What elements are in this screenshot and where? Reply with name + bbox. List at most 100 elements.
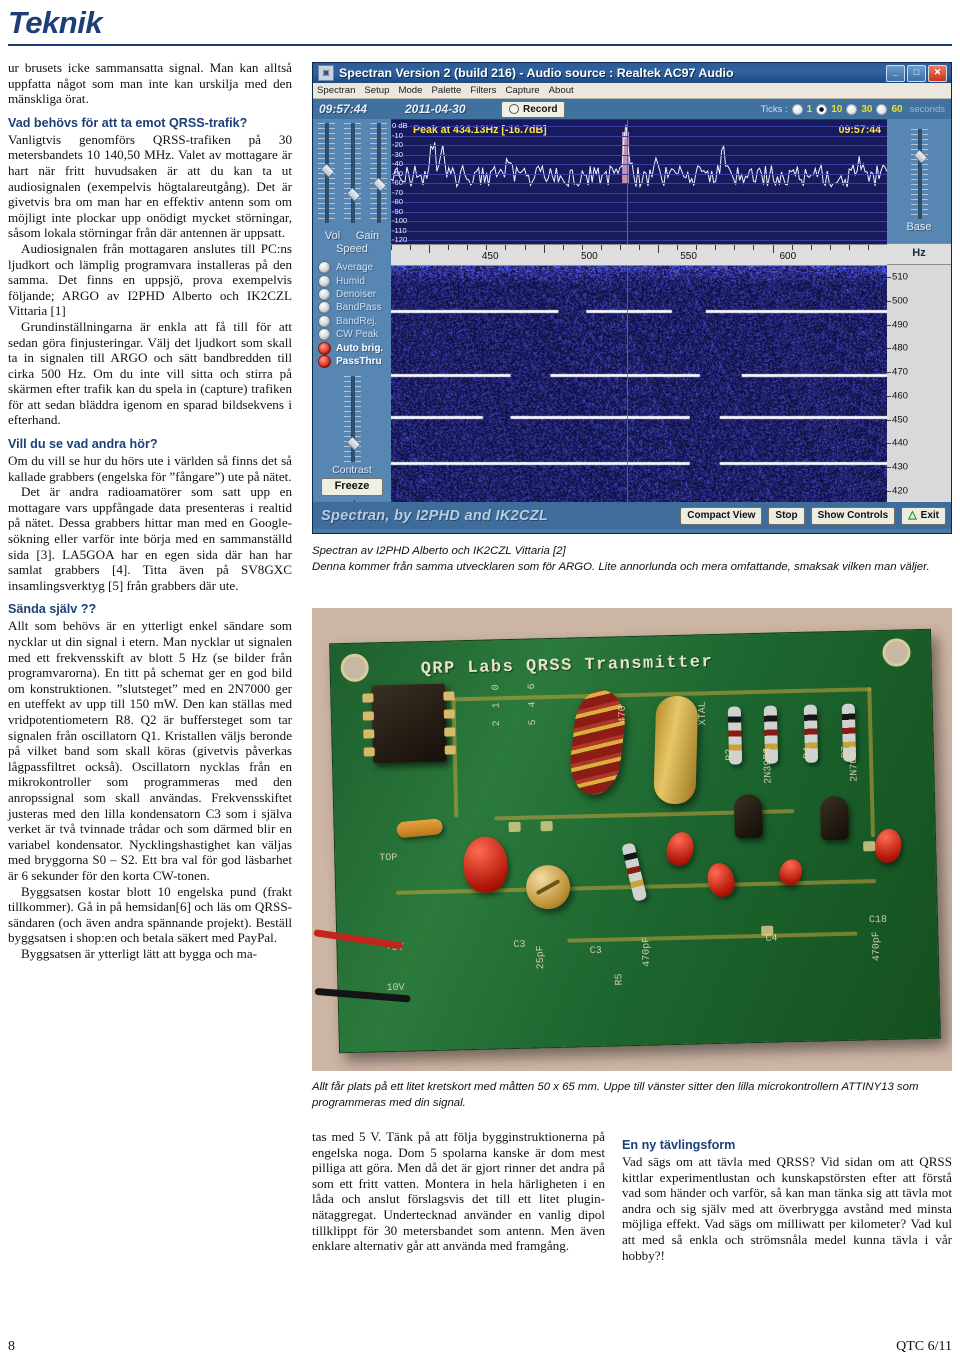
speed-label: Speed [336,243,368,255]
db-axis-label: -80 [392,197,403,206]
body-paragraph: Byggsatsen kostar blott 10 engelska pund… [8,883,292,946]
gain-slider[interactable] [343,123,361,225]
ticks-radio-1[interactable] [791,103,803,115]
ticks-radio-60[interactable] [876,103,888,115]
freq-tick [829,245,831,250]
contrast-slider[interactable] [343,376,361,463]
menu-item-spectran[interactable]: Spectran [317,85,355,96]
led-indicator-icon [318,341,331,355]
toggle-cw-peak[interactable]: CW Peak [318,328,391,342]
hz-scale-label: 440 [892,437,909,449]
pcb-silk-text: C3 [513,939,526,951]
body-paragraph: Vad sägs om att tävla med QRSS? Vid sida… [622,1154,952,1263]
toggle-passthru[interactable]: PassThru [318,354,391,368]
statusbar-buttons[interactable]: Compact View Stop Show Controls △ Exit [680,506,946,525]
spectrum-graph[interactable]: Peak at 434.13Hz [-16.7dB] 09:57:44 0 dB… [391,119,887,244]
pcb-silk-text: C3 [589,945,602,958]
exit-icon: △ [908,509,917,521]
menu-item-about[interactable]: About [549,85,574,96]
toggle-bandrej[interactable]: BandRej. [318,314,391,328]
trimmer-capacitor [525,864,571,910]
section-heading: En ny tävlingsform [622,1138,736,1152]
pcb-silk-text: 2 1 0 [491,684,504,727]
spectran-controls-panel: Vol Gain Speed Average Humid Denoiser BandP… [313,119,391,511]
spectrum-gridline [391,192,887,194]
toggle-average[interactable]: Average [318,261,391,275]
ticks-option-label-30[interactable]: 30 [861,104,872,115]
slider-labels: Vol Gain [313,229,391,242]
toggle-label: PassThru [336,355,382,367]
pcb-pad [540,821,553,832]
ticks-radio-30[interactable] [846,103,858,115]
spectrum-gridline [391,221,887,222]
freq-axis-label: 550 [680,251,697,262]
spectrum-gridline [391,135,887,137]
caption-line: Spectran av I2PHD Alberto och IK2CZL Vit… [312,545,566,557]
ticks-label: Ticks : [760,103,788,115]
crystal-oscillator [653,695,699,805]
spectran-body: Vol Gain Speed Average Humid Denoiser BandP… [313,119,951,516]
ticks-radio-10[interactable] [816,103,828,115]
transistor [733,793,763,839]
toggle-auto-brig[interactable]: Auto brig. [318,341,391,355]
gain-label: Gain [355,230,380,242]
record-button[interactable]: Record [501,100,566,118]
exit-button[interactable]: △ Exit [901,506,946,525]
menu-item-mode[interactable]: Mode [398,85,422,96]
freq-tick [486,245,488,250]
body-paragraph: ur brusets icke sammansatta signal. Man … [8,60,292,107]
toggle-denoiser[interactable]: Denoiser [318,287,391,301]
spectran-display: Peak at 434.13Hz [-16.7dB] 09:57:44 0 dB… [391,119,888,504]
base-slider[interactable] [910,129,928,221]
vol-slider[interactable] [317,123,335,225]
ticks-radio-group[interactable]: Ticks : 1 10 30 60 seconds [761,99,945,119]
vol-label: Vol [324,230,341,242]
hz-scale-tick [887,277,891,278]
maximize-button[interactable]: □ [907,64,926,82]
spectran-menubar[interactable]: Spectran Setup Mode Palette Filters Capture Ab… [313,83,951,99]
speed-slider[interactable] [369,123,387,225]
led-indicator-icon [318,261,331,275]
toggle-humid[interactable]: Humid [318,274,391,288]
filter-toggle-list[interactable]: Average Humid Denoiser BandPass BandRej. CW P… [318,261,391,368]
pcb-silk-text: 2N3904 [762,747,775,784]
menu-item-setup[interactable]: Setup [364,85,389,96]
freq-tick [848,245,850,250]
freq-tick [562,245,564,250]
freq-tick [467,245,469,250]
frequency-cursor[interactable] [626,120,628,244]
freq-tick [867,245,869,250]
menu-item-palette[interactable]: Palette [431,85,461,96]
close-button[interactable]: ✕ [928,64,947,82]
gain-slider-track [350,123,355,223]
db-axis-label: -60 [392,178,403,187]
ticks-option-label-60[interactable]: 60 [891,104,902,115]
menu-item-filters[interactable]: Filters [470,85,496,96]
waterfall-display[interactable] [391,266,887,504]
clock-display: 09:57:44 [319,102,368,116]
spectrum-gridline [391,211,887,213]
stop-button[interactable]: Stop [768,506,805,525]
capacitor [663,829,698,869]
ticks-option-label-10[interactable]: 10 [831,104,842,115]
spectran-statusbar: Spectran, by I2PHD and IK2CZL Compact Vi… [313,502,951,529]
freq-tick [658,245,660,253]
show-controls-button[interactable]: Show Controls [810,506,896,525]
body-paragraph: tas med 5 V. Tänk på att följa bygginstr… [312,1129,605,1254]
spectran-toolbar: 09:57:44 2011-04-30 Record Ticks : 1 10 30 6… [313,99,951,119]
ticks-option-label-1[interactable]: 1 [807,104,813,115]
db-axis-label: -100 [392,216,408,225]
hz-scale-label: 480 [892,342,909,354]
ticks-unit-label: seconds [909,103,945,115]
freq-tick [429,245,431,253]
compact-view-button[interactable]: Compact View [680,506,763,525]
toggle-bandpass[interactable]: BandPass [318,301,391,315]
pcb-silk-text: 470pF [871,930,884,962]
minimize-button[interactable]: _ [886,64,905,82]
ic-pin [362,693,374,703]
freeze-button[interactable]: Freeze [321,478,383,497]
body-paragraph: Om du vill se hur du hörs ute i världen … [8,453,292,484]
spectrum-gridline [391,230,887,232]
body-paragraph: Det är andra radioamatörer som satt upp … [8,484,292,593]
menu-item-capture[interactable]: Capture [505,85,539,96]
